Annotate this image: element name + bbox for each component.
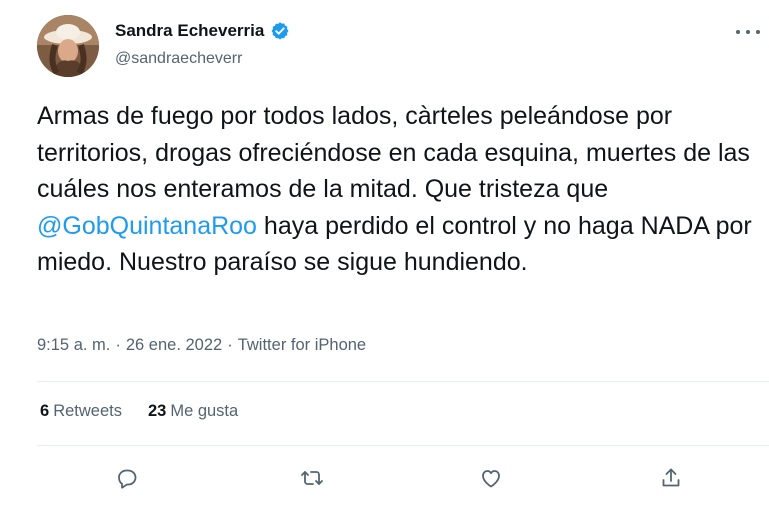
like-icon[interactable] <box>476 463 506 493</box>
reply-icon[interactable] <box>112 463 142 493</box>
retweets-count: 6 <box>40 402 50 420</box>
likes-label: Me gusta <box>170 402 239 420</box>
separator: · <box>115 336 121 354</box>
tweet-card: Sandra Echeverria @sandraecheverr Armas … <box>0 0 769 508</box>
mention-link[interactable]: @GobQuintanaRoo <box>37 212 257 240</box>
verified-badge-icon <box>271 22 289 40</box>
dot <box>746 30 750 34</box>
tweet-stats: 6 Retweets 23 Me gusta <box>40 402 238 421</box>
more-options-icon[interactable] <box>736 22 760 42</box>
tweet-meta: 9:15 a. m. · 26 ene. 2022 · Twitter for … <box>37 336 366 355</box>
tweet-date[interactable]: 26 ene. 2022 <box>126 336 222 355</box>
avatar[interactable] <box>37 15 99 77</box>
tweet-text-part: Armas de fuego por todos lados, càrteles… <box>37 102 750 203</box>
separator: · <box>227 336 233 354</box>
user-handle[interactable]: @sandraecheverr <box>115 50 242 68</box>
retweets-label: Retweets <box>53 402 122 420</box>
retweet-icon[interactable] <box>297 463 327 493</box>
avatar-photo <box>37 15 99 77</box>
likes-stat[interactable]: 23 Me gusta <box>148 402 238 421</box>
user-name[interactable]: Sandra Echeverria <box>115 21 264 41</box>
action-bar <box>0 463 769 497</box>
dot <box>736 30 740 34</box>
likes-count: 23 <box>147 402 167 420</box>
tweet-text: Armas de fuego por todos lados, càrteles… <box>37 98 762 281</box>
retweets-stat[interactable]: 6 Retweets <box>40 402 122 421</box>
tweet-time[interactable]: 9:15 a. m. <box>37 336 110 355</box>
user-name-row: Sandra Echeverria <box>115 21 290 41</box>
share-icon[interactable] <box>656 463 686 493</box>
divider <box>37 381 769 382</box>
tweet-source[interactable]: Twitter for iPhone <box>238 336 366 355</box>
divider <box>37 445 769 446</box>
dot <box>756 30 760 34</box>
